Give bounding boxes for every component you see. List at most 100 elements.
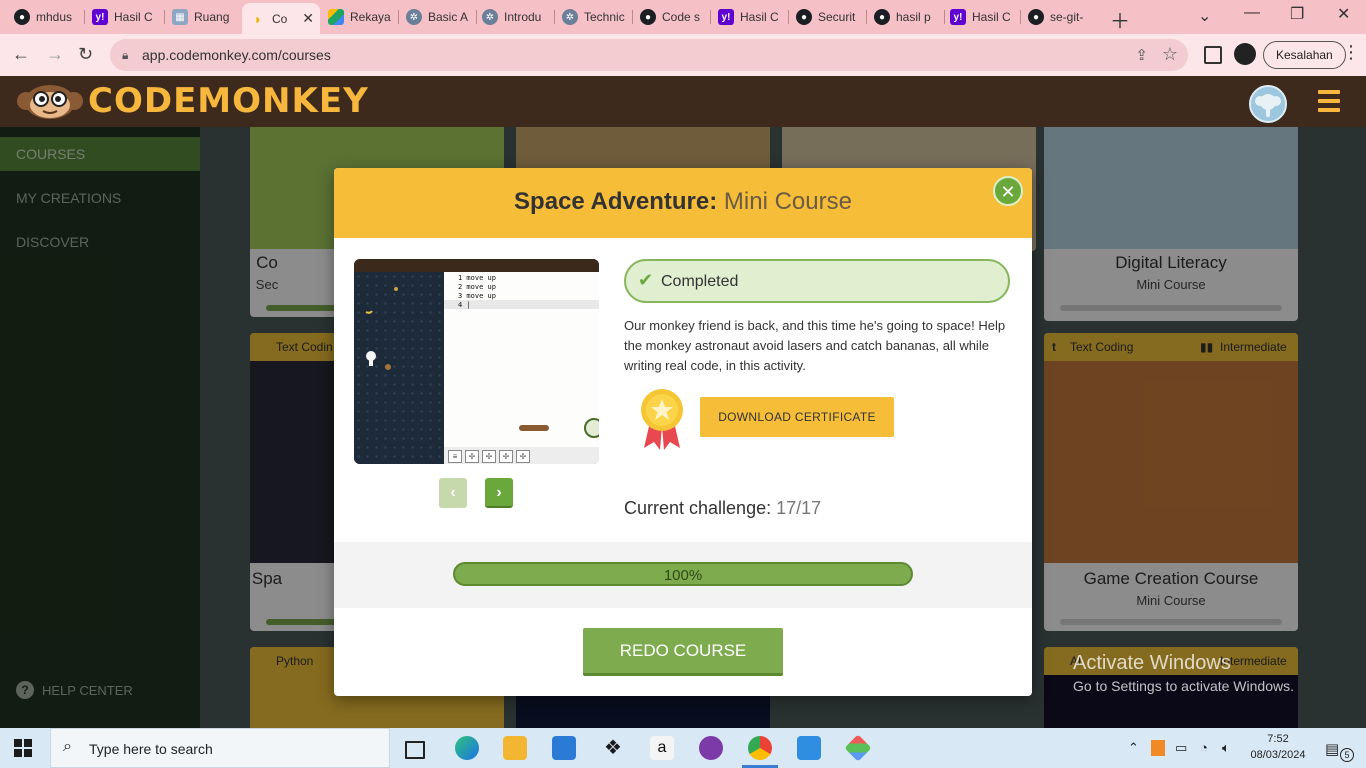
back-button[interactable]: ←	[12, 44, 30, 65]
monkey-logo-icon[interactable]	[16, 82, 84, 120]
tab-12[interactable]: y! Hasil C	[950, 4, 1016, 30]
tab-10[interactable]: ● Securit	[796, 4, 860, 30]
notification-count-badge: 5	[1340, 748, 1354, 762]
show-hidden-icons[interactable]: ⌃	[1128, 740, 1139, 756]
amazon-icon[interactable]: a	[650, 736, 674, 760]
activate-windows-watermark: Activate Windows Go to Settings to activ…	[1073, 652, 1294, 694]
windows-start-icon[interactable]	[14, 739, 32, 757]
tab-7[interactable]: ✲ Technic	[562, 4, 626, 30]
status-label: Completed	[661, 273, 739, 290]
previous-screenshot-button[interactable]: ‹	[439, 478, 467, 508]
file-explorer-icon[interactable]	[503, 736, 527, 760]
forward-button[interactable]: →	[46, 44, 64, 65]
profile-avatar-icon[interactable]	[1234, 43, 1256, 65]
tab-0[interactable]: ● mhdus	[14, 4, 78, 30]
app-icon[interactable]	[844, 734, 872, 762]
current-challenge: Current challenge: 17/17	[624, 498, 821, 519]
yahoo-icon: y!	[950, 9, 966, 25]
checkmark-icon: ✔	[638, 270, 654, 290]
close-tab-icon[interactable]: ✕	[302, 10, 320, 27]
github-icon: ●	[1028, 9, 1044, 25]
course-progress-bar: 100%	[453, 562, 913, 586]
notifications-icon[interactable]: ▤	[1325, 740, 1339, 758]
tab-9[interactable]: y! Hasil C	[718, 4, 784, 30]
bookmark-star-icon[interactable]: ☆	[1162, 44, 1178, 65]
clock-date: 08/03/2024	[1250, 749, 1306, 761]
task-view-icon[interactable]	[405, 741, 425, 759]
yahoo-icon: y!	[92, 9, 108, 25]
course-description: Our monkey friend is back, and this time…	[624, 318, 1006, 373]
tab-label: se-git-	[1050, 10, 1084, 24]
tab-label: Technic	[584, 10, 625, 24]
battery-icon[interactable]: ▭	[1175, 740, 1187, 756]
browser-menu-icon[interactable]: ⋮	[1342, 42, 1360, 63]
github-icon: ●	[796, 9, 812, 25]
log-icon	[519, 425, 549, 431]
settings-icon: ✲	[562, 9, 578, 25]
codemonkey-logo-text[interactable]: CODEMONKEY	[88, 81, 369, 121]
address-bar[interactable]: 🔒︎ app.codemonkey.com/courses ⇪ ☆	[110, 39, 1188, 71]
microsoft-store-icon[interactable]	[552, 736, 576, 760]
app-header: CODEMONKEY	[0, 76, 1366, 127]
minimize-button[interactable]: —	[1244, 4, 1260, 22]
close-icon[interactable]: ✕	[993, 176, 1023, 206]
tab-3-active[interactable]: ◗ Co ✕	[242, 3, 320, 34]
edge-icon[interactable]	[455, 736, 479, 760]
redo-course-button[interactable]: REDO COURSE	[583, 628, 783, 676]
tab-8[interactable]: ● Code s	[640, 4, 704, 30]
hamburger-menu-icon[interactable]	[1318, 90, 1340, 112]
ruang-icon: ▦	[172, 9, 188, 25]
tab-5[interactable]: ✲ Basic A	[406, 4, 470, 30]
reload-button[interactable]: ↻	[78, 44, 93, 65]
tab-label: Co	[272, 11, 288, 26]
tab-label: Securit	[818, 10, 856, 24]
close-window-button[interactable]: ✕	[1337, 4, 1350, 24]
browser-tab-strip: ● mhdus y! Hasil C ▦ Ruang ◗ Co ✕ Rekaya…	[0, 0, 1366, 34]
yahoo-icon: y!	[718, 9, 734, 25]
medal-icon	[641, 389, 683, 450]
tab-label: Hasil C	[972, 10, 1011, 24]
tab-11[interactable]: ● hasil p	[874, 4, 938, 30]
windows-taskbar: ⌕ Type here to search ❖ a ⌃ ▭ ◔ 🔈︎ 7:52 …	[0, 728, 1366, 768]
restore-button[interactable]: ❐	[1290, 4, 1304, 24]
dropbox-icon[interactable]: ❖	[601, 736, 625, 760]
tab-4[interactable]: Rekaya	[328, 4, 392, 30]
volume-icon[interactable]: 🔈︎	[1222, 740, 1230, 756]
app-tray-icon[interactable]	[1151, 740, 1165, 756]
tab-13[interactable]: ● se-git-	[1028, 4, 1092, 30]
completed-status: ✔ Completed	[624, 259, 1010, 303]
chrome-icon[interactable]	[748, 736, 772, 760]
tab-label: Hasil C	[740, 10, 779, 24]
taskbar-clock[interactable]: 7:52 08/03/2024	[1246, 731, 1310, 763]
challenge-screenshot: 1 move up 2 move up 3 move up 4 | ≡ ✢ ✢ …	[354, 259, 599, 464]
tab-search-icon[interactable]: ⌄	[1198, 6, 1211, 26]
url-text[interactable]: app.codemonkey.com/courses	[142, 47, 331, 63]
tab-label: Code s	[662, 10, 701, 24]
search-placeholder: Type here to search	[89, 741, 213, 757]
game-preview	[354, 272, 444, 464]
tab-label: Rekaya	[350, 10, 391, 24]
taskbar-search[interactable]: ⌕ Type here to search	[50, 728, 390, 768]
elephant-avatar-icon	[1255, 94, 1281, 117]
modal-header: Space Adventure: Mini Course ✕	[334, 168, 1032, 238]
course-name: Space Adventure:	[514, 188, 718, 215]
watermark-subtitle: Go to Settings to activate Windows.	[1073, 678, 1294, 694]
share-icon[interactable]: ⇪	[1135, 46, 1148, 64]
download-certificate-button[interactable]: DOWNLOAD CERTIFICATE	[700, 397, 894, 437]
side-panel-icon[interactable]	[1204, 46, 1222, 64]
wifi-icon[interactable]: ◔	[1200, 740, 1208, 755]
tab-1[interactable]: y! Hasil C	[92, 4, 158, 30]
github-desktop-icon[interactable]	[699, 736, 723, 760]
lock-icon[interactable]: 🔒︎	[122, 48, 128, 63]
next-screenshot-button[interactable]: ›	[485, 478, 513, 508]
course-type: Mini Course	[723, 188, 852, 215]
tab-6[interactable]: ✲ Introdu	[482, 4, 548, 30]
banana-icon: ◗	[253, 10, 263, 27]
tab-label: Introdu	[504, 10, 542, 24]
profile-error-button[interactable]: Kesalahan	[1263, 41, 1346, 69]
vscode-icon[interactable]	[797, 736, 821, 760]
search-icon: ⌕	[63, 738, 72, 755]
user-avatar[interactable]	[1249, 85, 1287, 123]
tab-2[interactable]: ▦ Ruang	[172, 4, 236, 30]
new-tab-button[interactable]: ＋	[1110, 5, 1130, 34]
